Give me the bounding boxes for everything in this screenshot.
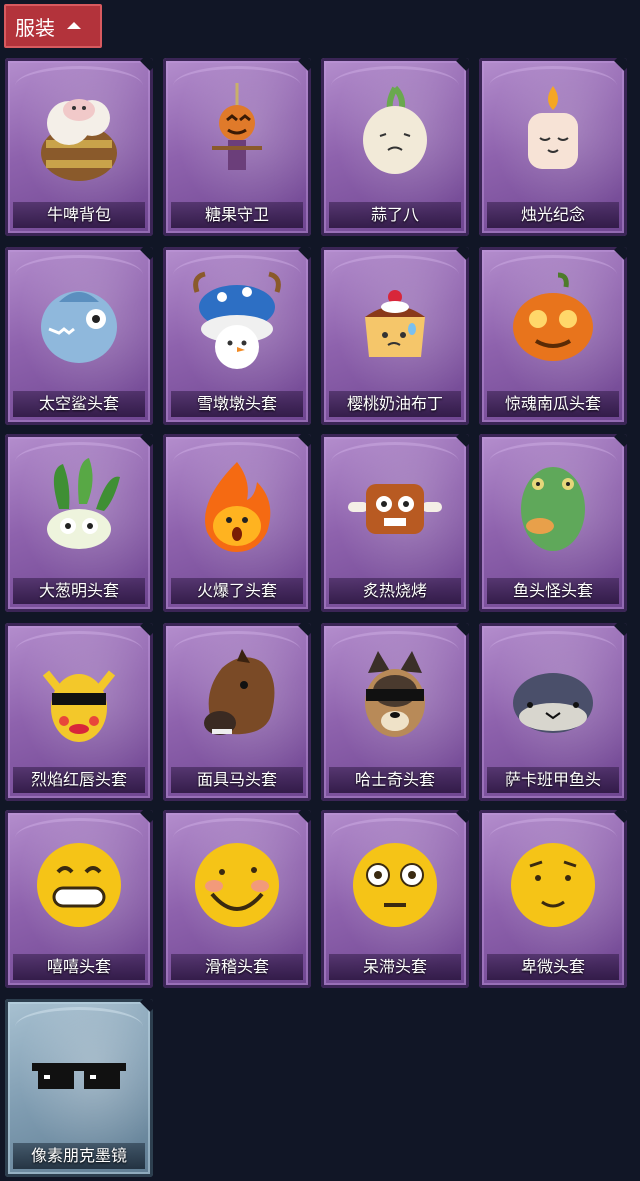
costume-label: 烛光纪念	[487, 202, 619, 228]
costume-label: 牛啤背包	[13, 202, 145, 228]
costume-label: 滑稽头套	[171, 954, 303, 980]
leek-head-icon	[5, 444, 153, 574]
costume-label: 樱桃奶油布丁	[329, 391, 461, 417]
costume-card[interactable]: 牛啤背包	[5, 58, 153, 236]
costume-card[interactable]: 雪墩墩头套	[163, 247, 311, 425]
costume-label: 嘻嘻头套	[13, 954, 145, 980]
costume-card[interactable]: 鱼头怪头套	[479, 434, 627, 612]
costume-card[interactable]: 卑微头套	[479, 810, 627, 988]
costume-card[interactable]: 炙热烧烤	[321, 434, 469, 612]
cow-beer-backpack-icon	[5, 68, 153, 198]
costume-label: 炙热烧烤	[329, 578, 461, 604]
fish-head-icon	[479, 444, 627, 574]
costume-card[interactable]: 大葱明头套	[5, 434, 153, 612]
costume-card[interactable]: 惊魂南瓜头套	[479, 247, 627, 425]
costume-card[interactable]: 樱桃奶油布丁	[321, 247, 469, 425]
costume-page: 服装 牛啤背包 糖果守卫 蒜了八 烛光纪念太空鲨头套 雪墩墩头套 樱桃奶油布丁 惊魂南瓜头套…	[0, 0, 640, 1181]
dazed-emoji-icon	[321, 820, 469, 950]
costume-label: 卑微头套	[487, 954, 619, 980]
costume-label: 像素朋克墨镜	[13, 1143, 145, 1169]
costume-label: 雪墩墩头套	[171, 391, 303, 417]
candle-icon	[479, 68, 627, 198]
costume-label: 哈士奇头套	[329, 767, 461, 793]
snowman-head-icon	[163, 257, 311, 387]
costume-card[interactable]: 太空鲨头套	[5, 247, 153, 425]
pumpkin-scarecrow-icon	[163, 68, 311, 198]
costume-card[interactable]: 哈士奇头套	[321, 623, 469, 801]
costume-label: 太空鲨头套	[13, 391, 145, 417]
section-label: 服装	[15, 15, 55, 40]
costume-label: 惊魂南瓜头套	[487, 391, 619, 417]
costume-label: 鱼头怪头套	[487, 578, 619, 604]
grin-emoji-icon	[5, 820, 153, 950]
funny-emoji-icon	[163, 820, 311, 950]
fire-head-icon	[163, 444, 311, 574]
costume-card[interactable]: 烈焰红唇头套	[5, 623, 153, 801]
chevron-up-icon	[67, 21, 81, 29]
costume-card[interactable]: 火爆了头套	[163, 434, 311, 612]
humble-emoji-icon	[479, 820, 627, 950]
costume-label: 糖果守卫	[171, 202, 303, 228]
costume-card[interactable]: 嘻嘻头套	[5, 810, 153, 988]
costume-card[interactable]: 面具马头套	[163, 623, 311, 801]
horse-head-icon	[163, 633, 311, 763]
costume-label: 呆滞头套	[329, 954, 461, 980]
costume-card[interactable]: 萨卡班甲鱼头	[479, 623, 627, 801]
pudding-icon	[321, 257, 469, 387]
costume-label: 萨卡班甲鱼头	[487, 767, 619, 793]
barbecue-meat-icon	[321, 444, 469, 574]
pixel-sunglasses-icon	[5, 1009, 153, 1139]
costume-label: 火爆了头套	[171, 578, 303, 604]
costume-section-tab[interactable]: 服装	[4, 4, 102, 48]
fish-blob-icon	[479, 633, 627, 763]
yellow-mask-sunglasses-icon	[5, 633, 153, 763]
jack-o-lantern-icon	[479, 257, 627, 387]
costume-card[interactable]: 滑稽头套	[163, 810, 311, 988]
costume-card[interactable]: 呆滞头套	[321, 810, 469, 988]
costume-card[interactable]: 烛光纪念	[479, 58, 627, 236]
costume-label: 烈焰红唇头套	[13, 767, 145, 793]
costume-card[interactable]: 蒜了八	[321, 58, 469, 236]
costume-card[interactable]: 糖果守卫	[163, 58, 311, 236]
costume-card[interactable]: 像素朋克墨镜	[5, 999, 153, 1177]
costume-label: 大葱明头套	[13, 578, 145, 604]
husky-head-icon	[321, 633, 469, 763]
garlic-icon	[321, 68, 469, 198]
costume-label: 面具马头套	[171, 767, 303, 793]
costume-label: 蒜了八	[329, 202, 461, 228]
shark-head-icon	[5, 257, 153, 387]
